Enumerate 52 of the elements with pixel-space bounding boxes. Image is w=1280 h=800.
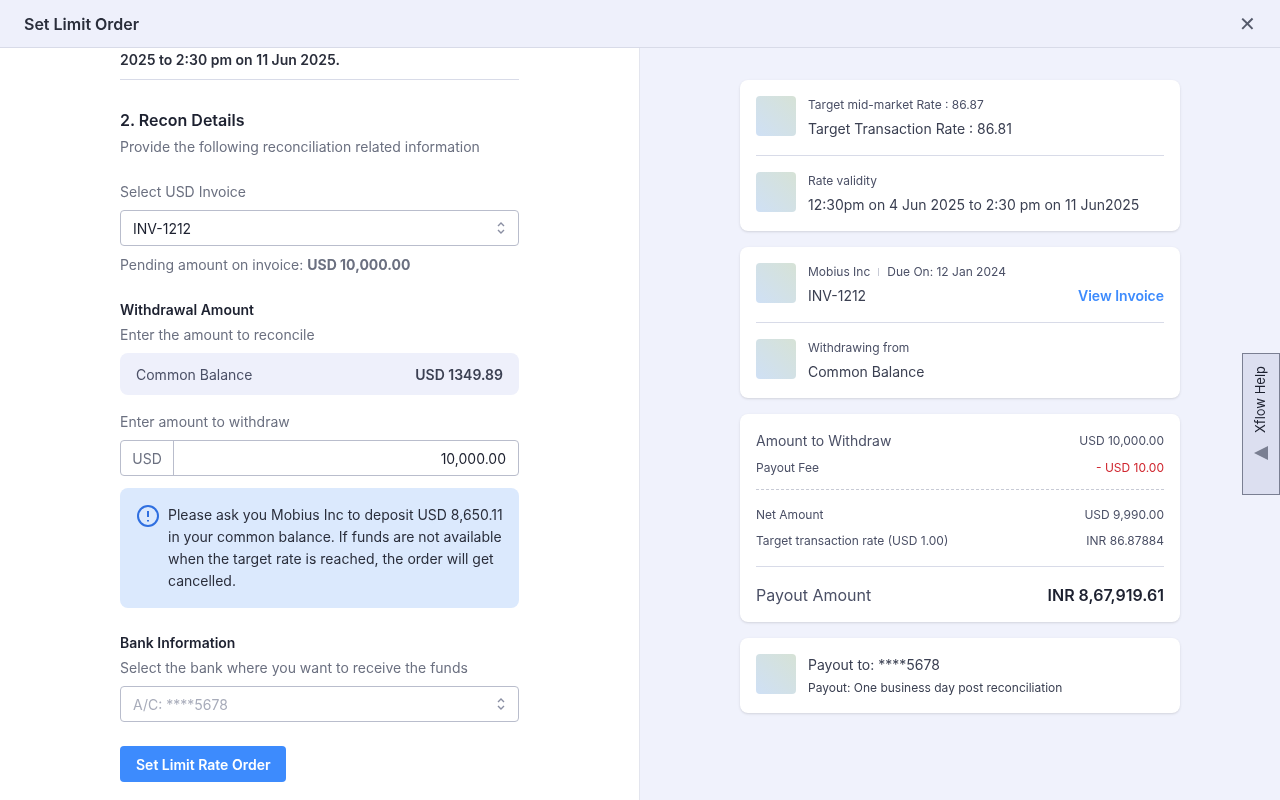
chevron-updown-icon <box>496 696 506 712</box>
payout-label: Payout Amount <box>756 583 872 607</box>
subsection-subtitle: Enter the amount to reconcile <box>120 325 316 345</box>
rate-value: 12:30pm on 4 Jun 2025 to 2:30 pm on 11 Jun2025 <box>808 195 1140 215</box>
thumbnail-placeholder <box>756 172 796 212</box>
due-date: Due On: 12 Jan 2024 <box>887 263 1006 281</box>
amount-value: USD 9,990.00 <box>1084 506 1164 524</box>
subsection-title: Withdrawal Amount <box>120 300 256 320</box>
payout-value: INR 8,67,919.61 <box>1047 583 1164 607</box>
thumbnail-placeholder <box>756 263 796 303</box>
info-icon <box>136 504 160 528</box>
amount-field[interactable]: USD 10,000.00 <box>120 440 519 476</box>
section-title: 2. Recon Details <box>120 109 246 132</box>
submit-button[interactable]: Set Limit Rate Order <box>120 746 287 782</box>
invoice-select[interactable]: INV-1212 <box>120 210 519 246</box>
triangle-left-icon <box>1253 445 1269 462</box>
amount-label: Net Amount <box>756 506 824 524</box>
amount-label: Amount to Withdraw <box>756 431 892 451</box>
help-tab[interactable]: Xflow Help <box>1242 353 1280 495</box>
rate-caption: Rate validity <box>808 172 878 190</box>
balance-label: Common Balance <box>136 364 253 385</box>
section-subtitle: Provide the following reconciliation related information <box>120 137 481 157</box>
field-label: Enter amount to withdraw <box>120 412 291 432</box>
close-button[interactable]: ✕ <box>1239 13 1256 34</box>
window-title: Set Limit Order <box>24 12 140 36</box>
amount-value: USD 10,000.00 <box>1079 431 1164 450</box>
amount-label: Target transaction rate (USD 1.00) <box>756 532 949 550</box>
payout-destination: Payout to: ****5678 <box>808 655 941 675</box>
view-invoice-link[interactable]: View Invoice <box>1078 285 1164 306</box>
thumbnail-placeholder <box>756 654 796 694</box>
amount-value: INR 86.87884 <box>1086 532 1164 550</box>
chevron-updown-icon <box>496 220 506 236</box>
cut-off-text: 2025 to 2:30 pm on 11 Jun 2025. <box>120 53 340 67</box>
balance-value: USD 1349.89 <box>415 364 503 385</box>
source-value: Common Balance <box>808 362 925 382</box>
notice-text: Please ask you Mobius Inc to deposit USD 8,650.11 in your common balance. If funds are not available when the target rate is reached, the order will get cancelled. <box>168 505 503 591</box>
source-caption: Withdrawing from <box>808 339 911 357</box>
amount-value: 10,000.00 <box>439 448 507 469</box>
field-label: Select USD Invoice <box>120 182 248 202</box>
amount-label: Payout Fee <box>756 459 819 477</box>
invoice-number: INV-1212 <box>808 286 867 306</box>
rate-value: Target Transaction Rate : 86.81 <box>808 119 1012 139</box>
subsection-subtitle: Select the bank where you want to receive the funds <box>120 658 469 678</box>
thumbnail-placeholder <box>756 339 796 379</box>
pending-amount-text: Pending amount on invoice: USD 10,000.00 <box>120 255 412 275</box>
rate-caption: Target mid-market Rate : 86.87 <box>808 96 985 114</box>
payout-note: Payout: One business day post reconciliation <box>808 679 1063 697</box>
amount-value: - USD 10.00 <box>1096 459 1164 477</box>
thumbnail-placeholder <box>756 96 796 136</box>
currency-prefix: USD <box>121 441 174 475</box>
company-name: Mobius Inc <box>808 263 871 281</box>
subsection-title: Bank Information <box>120 633 237 653</box>
